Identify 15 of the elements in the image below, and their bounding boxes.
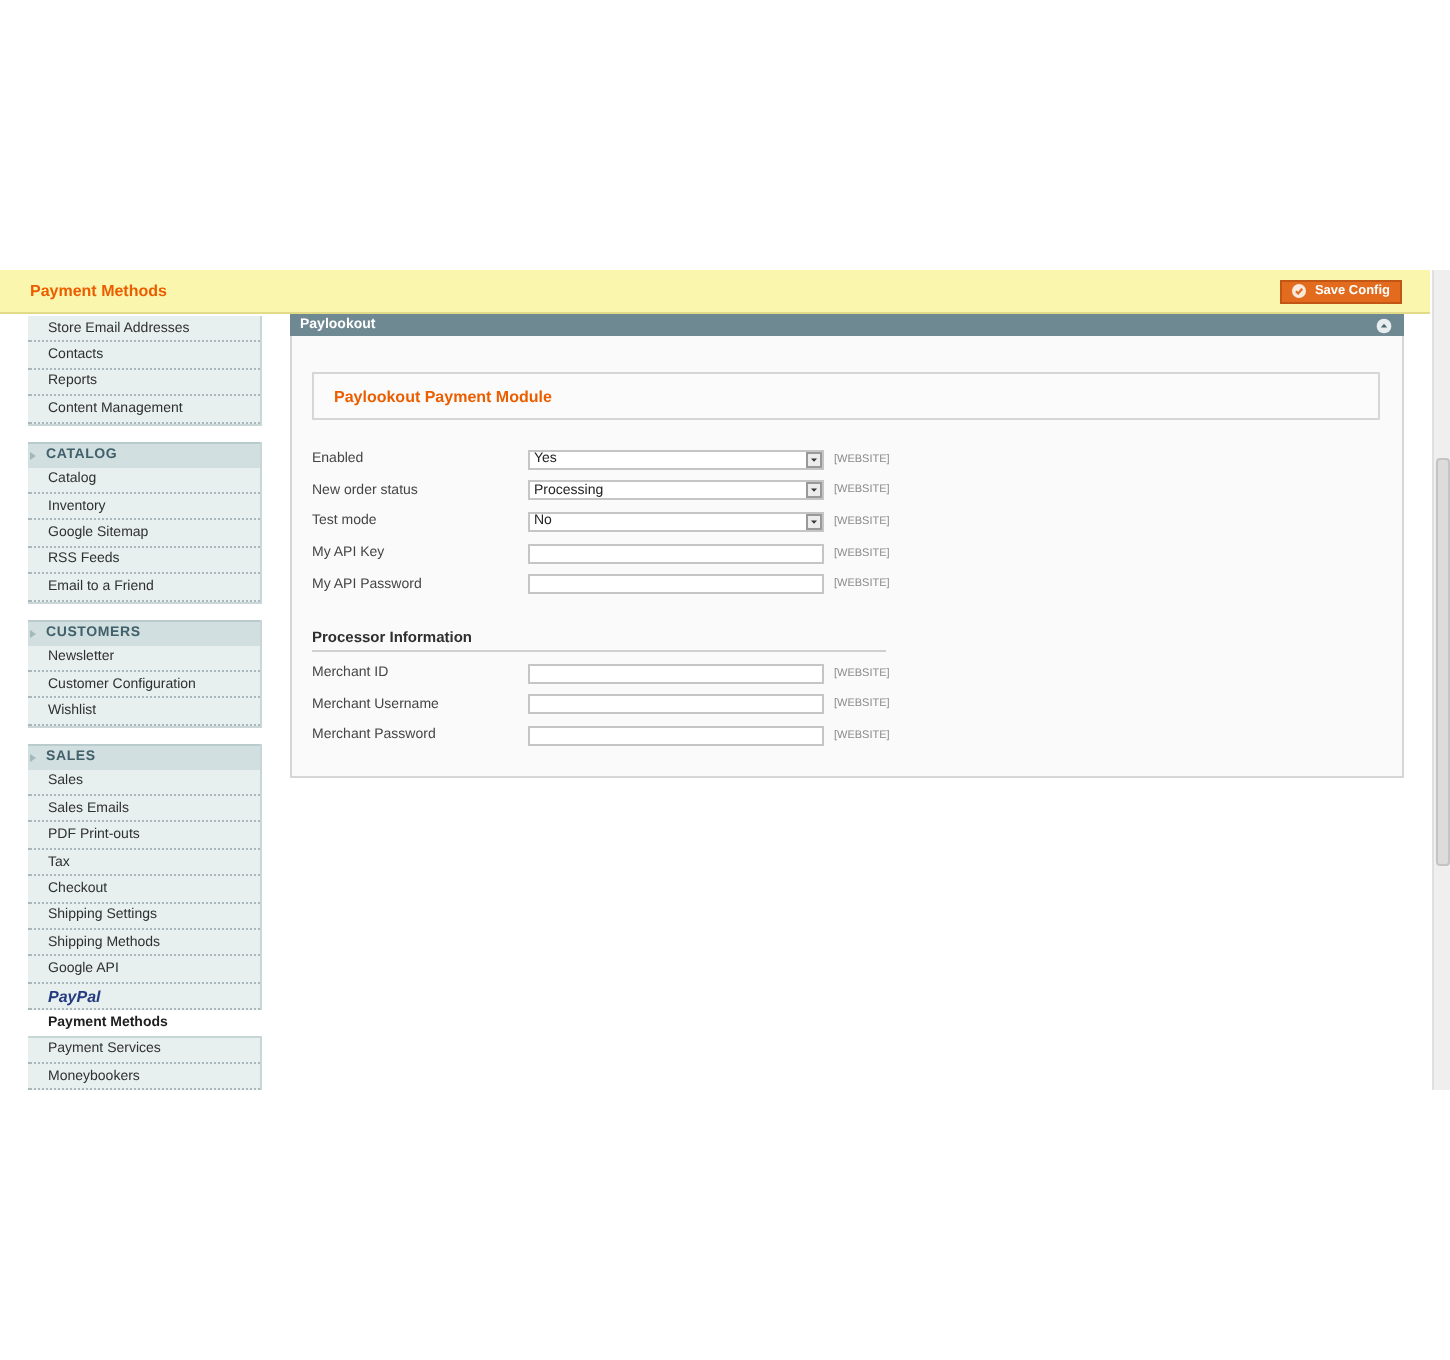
scrollbar-thumb[interactable]: [1436, 458, 1450, 866]
input-field[interactable]: [528, 574, 824, 595]
collapse-icon[interactable]: [1376, 317, 1392, 333]
paypal-logo-link[interactable]: PayPal: [48, 987, 101, 1005]
input-field[interactable]: [528, 725, 824, 746]
scrollbar[interactable]: [1432, 270, 1450, 1090]
input-field[interactable]: [528, 694, 824, 715]
triangle-icon: [30, 753, 36, 762]
page-title: Payment Methods: [30, 282, 167, 300]
check-icon: [1292, 284, 1307, 298]
module-title: Paylookout Payment Module: [334, 387, 552, 405]
input-field[interactable]: [528, 543, 824, 564]
triangle-icon: [30, 629, 36, 638]
triangle-icon: [30, 451, 36, 460]
input-field[interactable]: [528, 663, 824, 684]
